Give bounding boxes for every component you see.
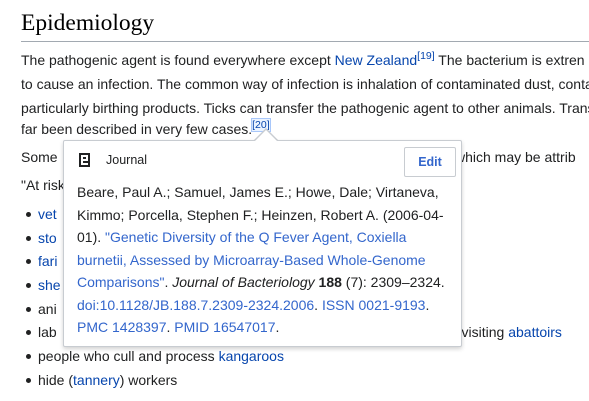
paragraph-2-left: Some <box>21 149 58 165</box>
popup-pointer-fill <box>255 130 277 141</box>
citation-line: burnetii, Assessed by Microarray-Based W… <box>77 249 457 272</box>
bullet-dot <box>26 283 31 289</box>
list-item-link[interactable]: fari <box>38 253 57 269</box>
bullet-dot <box>26 330 31 336</box>
paragraph-2-right: which may be attrib <box>455 149 576 165</box>
bullet-dot <box>26 259 31 265</box>
bullet-dot <box>26 235 31 241</box>
citation-line: 01). "Genetic Diversity of the Q Fever A… <box>77 226 457 249</box>
paragraph-line-3: particularly birthing products. Ticks ca… <box>21 100 589 116</box>
list-item-link[interactable]: sto <box>38 230 57 246</box>
text-span: . <box>314 296 322 313</box>
paragraph-line-2: to cause an infection. The common way of… <box>21 76 589 92</box>
citation-line: doi:10.1128/JB.188.7.2309-2324.2006. ISS… <box>77 294 457 317</box>
paragraph-line-4: far been described in very few cases.[20… <box>21 118 271 139</box>
article-title-link[interactable]: Comparisons" <box>77 274 164 290</box>
text-span: The bacterium is extren <box>434 52 585 68</box>
list-item-text: people who cull and process <box>38 348 219 365</box>
bullet-dot <box>26 212 31 217</box>
tannery-link[interactable]: tannery <box>73 372 120 388</box>
text-span: The pathogenic agent is found everywhere… <box>21 52 335 68</box>
reference-19[interactable]: [19] <box>417 50 435 62</box>
text-span: . <box>275 319 280 335</box>
list-item-text: lab <box>38 324 57 341</box>
abattoirs-link[interactable]: abattoirs <box>508 324 562 340</box>
edit-button[interactable]: Edit <box>404 147 456 177</box>
article-title-link[interactable]: "Genetic Diversity of the Q Fever Agent,… <box>105 229 406 245</box>
citation-text: Beare, Paul A.; Samuel, James E.; Howe, … <box>77 181 457 339</box>
citation-line: PMC 1428397. PMID 16547017. <box>77 316 457 339</box>
bullet-dot <box>26 306 31 312</box>
pmid-link[interactable]: PMID 16547017 <box>174 319 275 335</box>
list-item: hide (tannery) workers <box>21 370 284 394</box>
journal-name: Journal of Bacteriology <box>172 274 315 290</box>
new-zealand-link[interactable]: New Zealand <box>335 52 418 68</box>
list-item-text: hide ( <box>38 371 74 388</box>
section-heading: Epidemiology <box>21 10 155 36</box>
citation-line: Kimmo; Porcella, Stephen F.; Heinzen, Ro… <box>77 206 444 223</box>
list-item-link[interactable]: she <box>38 277 61 293</box>
list-item: people who cull and process kangaroos <box>21 346 284 370</box>
reference-19-link[interactable]: [19] <box>417 50 435 68</box>
pmc-link[interactable]: PMC 1428397 <box>77 319 167 335</box>
document-icon <box>79 153 90 167</box>
list-item-link[interactable]: vet <box>38 206 57 222</box>
reference-preview-popup: Journal Edit Beare, Paul A.; Samuel, Jam… <box>63 140 462 347</box>
doi-link[interactable]: doi:10.1128/JB.188.7.2309-2324.2006 <box>77 297 314 313</box>
journal-volume: 188 <box>318 274 342 290</box>
list-item-text: ani <box>38 300 57 317</box>
text-span: 01). <box>77 229 106 245</box>
paragraph-line-1: The pathogenic agent is found everywhere… <box>21 50 585 70</box>
kangaroos-link[interactable]: kangaroos <box>219 348 284 364</box>
citation-line: Beare, Paul A.; Samuel, James E.; Howe, … <box>77 184 439 200</box>
text-span: ) workers <box>119 371 178 388</box>
text-span: . <box>425 296 430 313</box>
text-span: (7): 2309–2324. <box>341 274 445 290</box>
article-title-link[interactable]: burnetii, Assessed by Microarray-Based W… <box>77 252 426 268</box>
reference-type-label: Journal <box>106 153 147 167</box>
citation-line: Comparisons". Journal of Bacteriology 18… <box>77 271 457 294</box>
issn-link[interactable]: ISSN 0021-9193 <box>322 297 426 313</box>
paragraph-3-left: "At risk <box>21 177 65 193</box>
text-span: far been described in very few cases. <box>21 121 253 137</box>
list-item-right: r visiting abattoirs <box>453 322 562 342</box>
bullet-dot <box>26 377 31 383</box>
bullet-dot <box>26 354 31 360</box>
heading-divider <box>21 41 589 42</box>
